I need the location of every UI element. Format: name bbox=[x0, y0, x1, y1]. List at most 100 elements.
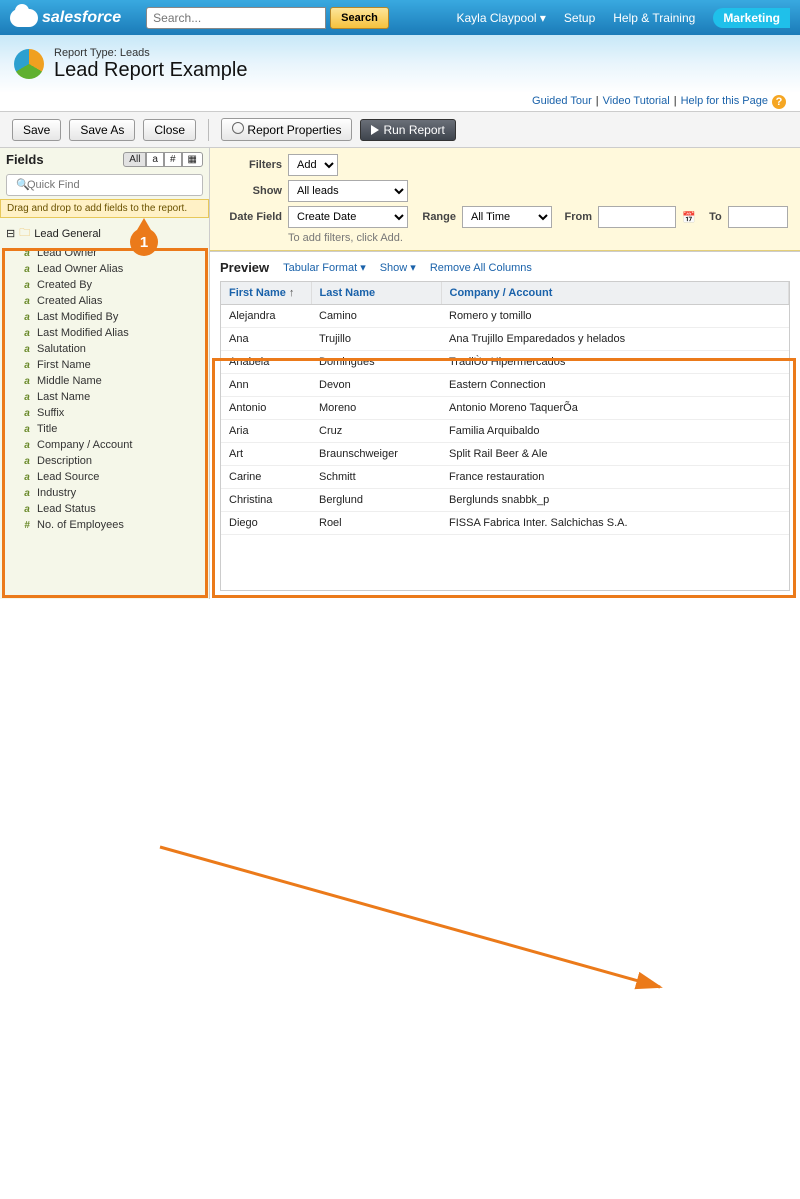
app-switcher[interactable]: Marketing bbox=[713, 8, 790, 28]
table-row[interactable]: CarineSchmittFrance restauration bbox=[221, 466, 789, 489]
cell-last-name: Domingues bbox=[311, 351, 441, 374]
field-label: First Name bbox=[37, 359, 91, 371]
field-group-header[interactable]: ⊟ 🗀 Lead General bbox=[0, 222, 209, 245]
table-row[interactable]: AntonioMorenoAntonio Moreno TaquerÕa bbox=[221, 397, 789, 420]
fields-heading: Fields bbox=[6, 152, 44, 167]
field-label: Last Modified Alias bbox=[37, 327, 129, 339]
field-item[interactable]: aLast Modified By bbox=[0, 309, 209, 325]
toggle-text[interactable]: a bbox=[146, 152, 164, 167]
filters-label: Filters bbox=[220, 159, 282, 171]
run-report-button[interactable]: Run Report bbox=[360, 119, 455, 141]
fields-tree[interactable]: ⊟ 🗀 Lead General aLead OwneraLead Owner … bbox=[0, 218, 209, 599]
cell-first-name: Christina bbox=[221, 489, 311, 512]
field-item[interactable]: aMiddle Name bbox=[0, 373, 209, 389]
gear-icon bbox=[232, 122, 244, 134]
toggle-date[interactable]: ▦ bbox=[182, 152, 203, 167]
video-tutorial-link[interactable]: Video Tutorial bbox=[603, 95, 670, 109]
format-dropdown[interactable]: Tabular Format bbox=[283, 261, 366, 274]
quick-find-input[interactable] bbox=[6, 174, 203, 196]
report-canvas: Filters Add Show All leads Date Field Cr… bbox=[210, 148, 800, 599]
calendar-icon[interactable]: 📅 bbox=[682, 211, 696, 224]
field-label: Created By bbox=[37, 279, 92, 291]
field-item[interactable]: aLead Owner bbox=[0, 245, 209, 261]
help-training-link[interactable]: Help & Training bbox=[613, 11, 695, 25]
field-item[interactable]: aCompany / Account bbox=[0, 437, 209, 453]
fields-sidebar: Fields All a # ▦ Drag and drop to add fi… bbox=[0, 148, 210, 599]
cell-company: Antonio Moreno TaquerÕa bbox=[441, 397, 789, 420]
search-input[interactable] bbox=[146, 7, 326, 29]
field-type-icon: a bbox=[22, 488, 32, 499]
col-first-name[interactable]: First Name bbox=[221, 282, 311, 305]
close-button[interactable]: Close bbox=[143, 119, 196, 141]
field-label: No. of Employees bbox=[37, 519, 124, 531]
field-type-icon: a bbox=[22, 408, 32, 419]
table-row[interactable]: AnnDevonEastern Connection bbox=[221, 374, 789, 397]
from-label: From bbox=[558, 211, 592, 223]
date-field-dropdown[interactable]: Create Date bbox=[288, 206, 408, 228]
field-item[interactable]: aLead Owner Alias bbox=[0, 261, 209, 277]
top-nav: Kayla Claypool Setup Help & Training Mar… bbox=[457, 8, 791, 28]
cell-first-name: Diego bbox=[221, 512, 311, 535]
guided-tour-link[interactable]: Guided Tour bbox=[532, 95, 592, 109]
field-type-icon: a bbox=[22, 392, 32, 403]
field-item[interactable]: aLead Status bbox=[0, 501, 209, 517]
show-dropdown-preview[interactable]: Show bbox=[380, 261, 416, 274]
range-dropdown[interactable]: All Time bbox=[462, 206, 552, 228]
cell-company: France restauration bbox=[441, 466, 789, 489]
setup-link[interactable]: Setup bbox=[564, 11, 595, 25]
cell-first-name: Antonio bbox=[221, 397, 311, 420]
cell-first-name: Anabela bbox=[221, 351, 311, 374]
help-for-page-link[interactable]: Help for this Page bbox=[681, 95, 768, 109]
field-item[interactable]: aCreated Alias bbox=[0, 293, 209, 309]
show-dropdown[interactable]: All leads bbox=[288, 180, 408, 202]
report-properties-button[interactable]: Report Properties bbox=[221, 118, 352, 141]
add-filter-dropdown[interactable]: Add bbox=[288, 154, 338, 176]
field-item[interactable]: #No. of Employees bbox=[0, 517, 209, 533]
toggle-number[interactable]: # bbox=[164, 152, 182, 167]
cell-last-name: Roel bbox=[311, 512, 441, 535]
field-item[interactable]: aLast Modified Alias bbox=[0, 325, 209, 341]
col-last-name[interactable]: Last Name bbox=[311, 282, 441, 305]
field-item[interactable]: aTitle bbox=[0, 421, 209, 437]
field-item[interactable]: aFirst Name bbox=[0, 357, 209, 373]
save-button[interactable]: Save bbox=[12, 119, 61, 141]
cell-first-name: Ana bbox=[221, 328, 311, 351]
field-type-icon: a bbox=[22, 280, 32, 291]
field-label: Salutation bbox=[37, 343, 86, 355]
field-item[interactable]: aDescription bbox=[0, 453, 209, 469]
field-item[interactable]: aSalutation bbox=[0, 341, 209, 357]
search-button[interactable]: Search bbox=[330, 7, 389, 29]
table-row[interactable]: ChristinaBerglundBerglunds snabbk_p bbox=[221, 489, 789, 512]
save-as-button[interactable]: Save As bbox=[69, 119, 135, 141]
table-row[interactable]: AnabelaDominguesTradiÙo Hipermercados bbox=[221, 351, 789, 374]
field-type-icon: a bbox=[22, 296, 32, 307]
to-date-input[interactable] bbox=[728, 206, 788, 228]
field-item[interactable]: aLead Source bbox=[0, 469, 209, 485]
col-company[interactable]: Company / Account bbox=[441, 282, 789, 305]
cell-first-name: Art bbox=[221, 443, 311, 466]
field-item[interactable]: a Last Name bbox=[0, 389, 209, 405]
cloud-icon bbox=[10, 9, 38, 27]
user-menu[interactable]: Kayla Claypool bbox=[457, 11, 546, 25]
field-item[interactable]: a Created By bbox=[0, 277, 209, 293]
field-label: Middle Name bbox=[37, 375, 102, 387]
cell-company: FISSA Fabrica Inter. Salchichas S.A. bbox=[441, 512, 789, 535]
field-item[interactable]: a Industry bbox=[0, 485, 209, 501]
remove-all-columns-link[interactable]: Remove All Columns bbox=[430, 262, 532, 274]
table-row[interactable]: AnaTrujilloAna Trujillo Emparedados y he… bbox=[221, 328, 789, 351]
field-label: Last Modified By bbox=[37, 311, 118, 323]
field-label: Last Name bbox=[37, 391, 90, 403]
help-icon[interactable]: ? bbox=[772, 95, 786, 109]
table-row[interactable]: AlejandraCaminoRomero y tomillo bbox=[221, 305, 789, 328]
field-label: Suffix bbox=[37, 407, 64, 419]
field-label: Industry bbox=[37, 487, 76, 499]
table-row[interactable]: DiegoRoelFISSA Fabrica Inter. Salchichas… bbox=[221, 512, 789, 535]
toggle-all[interactable]: All bbox=[123, 152, 146, 167]
preview-panel: Preview Tabular Format Show Remove All C… bbox=[210, 251, 800, 599]
table-row[interactable]: AriaCruzFamilia Arquibaldo bbox=[221, 420, 789, 443]
global-search: Search bbox=[146, 7, 389, 29]
page-title: Lead Report Example bbox=[54, 59, 247, 82]
field-item[interactable]: a Suffix bbox=[0, 405, 209, 421]
from-date-input[interactable] bbox=[598, 206, 676, 228]
table-row[interactable]: ArtBraunschweigerSplit Rail Beer & Ale bbox=[221, 443, 789, 466]
